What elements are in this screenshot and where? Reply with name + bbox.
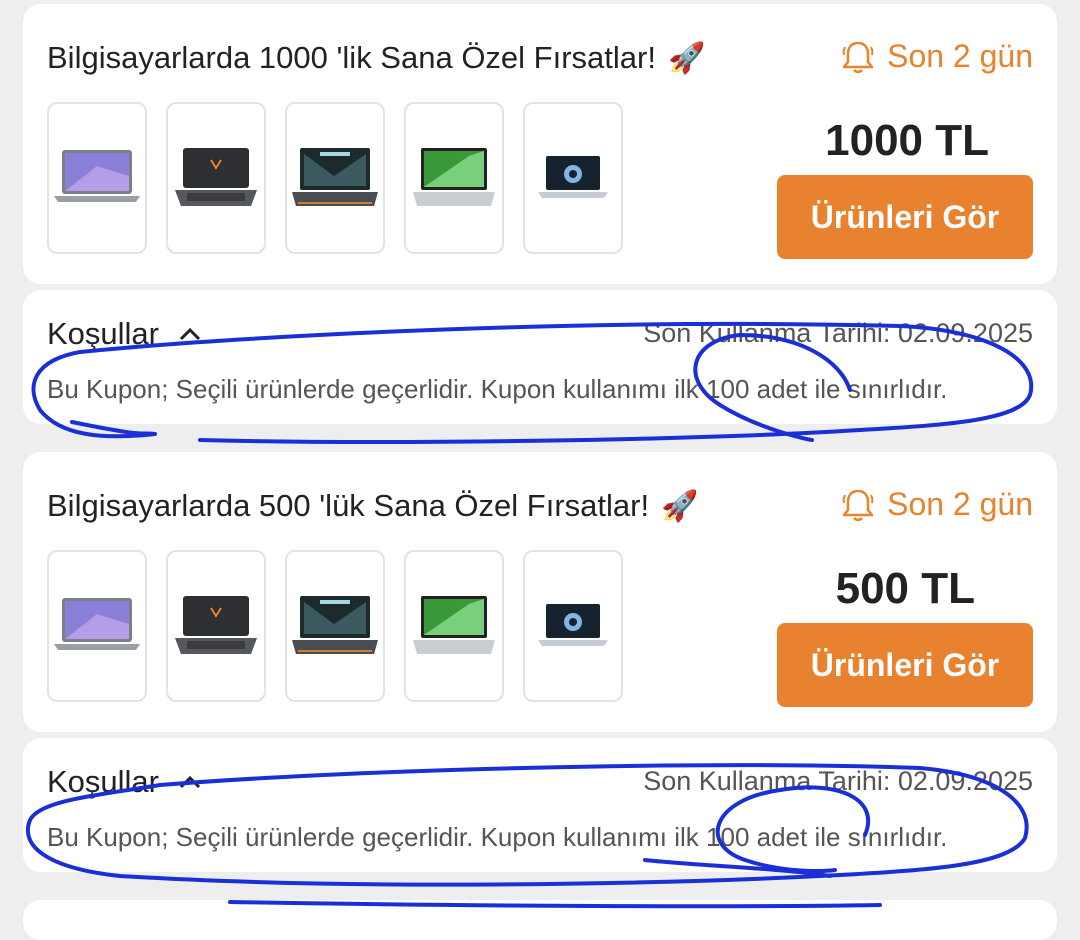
view-products-button[interactable]: Ürünleri Gör	[777, 623, 1033, 707]
coupon-card: Bilgisayarlarda 500 'lük Sana Özel Fırsa…	[23, 452, 1057, 732]
laptop-image	[409, 146, 499, 210]
coupon-amount: 1000 TL	[825, 116, 989, 165]
laptop-image	[52, 146, 142, 210]
product-thumbnails	[47, 102, 642, 254]
product-thumbnails	[47, 550, 642, 702]
laptop-thumbnail[interactable]	[523, 550, 623, 702]
conditions-card: Koşullar Son Kullanma Tarihi: 02.09.2025…	[23, 290, 1057, 424]
deadline-text: Son 2 gün	[887, 486, 1033, 522]
laptop-thumbnail[interactable]	[166, 550, 266, 702]
laptop-thumbnail[interactable]	[166, 102, 266, 254]
coupon-card: Bilgisayarlarda 1000 'lik Sana Özel Fırs…	[23, 4, 1057, 284]
expiry-date: Son Kullanma Tarihi: 02.09.2025	[643, 766, 1033, 796]
coupon-amount: 500 TL	[835, 564, 975, 613]
conditions-toggle[interactable]: Koşullar	[47, 316, 201, 352]
deadline-badge: Son 2 gün	[841, 486, 1033, 523]
next-coupon-card	[23, 900, 1057, 940]
laptop-thumbnail[interactable]	[523, 102, 623, 254]
laptop-image	[52, 594, 142, 658]
conditions-heading: Koşullar	[47, 764, 159, 799]
expiry-date: Son Kullanma Tarihi: 02.09.2025	[643, 318, 1033, 348]
coupon-title: Bilgisayarlarda 500 'lük Sana Özel Fırsa…	[47, 488, 699, 523]
laptop-image	[290, 594, 380, 658]
conditions-card: Koşullar Son Kullanma Tarihi: 02.09.2025…	[23, 738, 1057, 872]
rocket-emoji: 🚀	[667, 42, 706, 75]
rocket-emoji: 🚀	[661, 490, 699, 523]
laptop-image	[528, 594, 618, 658]
laptop-thumbnail[interactable]	[404, 102, 504, 254]
bell-icon	[842, 489, 874, 521]
laptop-thumbnail[interactable]	[47, 102, 147, 254]
conditions-toggle[interactable]: Koşullar	[47, 764, 201, 800]
deadline-text: Son 2 gün	[887, 38, 1033, 74]
laptop-image	[171, 146, 261, 210]
laptop-thumbnail[interactable]	[285, 550, 385, 702]
conditions-text: Bu Kupon; Seçili ürünlerde geçerlidir. K…	[47, 822, 948, 852]
laptop-thumbnail[interactable]	[285, 102, 385, 254]
conditions-heading: Koşullar	[47, 316, 159, 351]
conditions-text: Bu Kupon; Seçili ürünlerde geçerlidir. K…	[47, 374, 948, 404]
laptop-thumbnail[interactable]	[404, 550, 504, 702]
laptop-image	[171, 594, 261, 658]
deadline-badge: Son 2 gün	[841, 38, 1033, 75]
laptop-thumbnail[interactable]	[47, 550, 147, 702]
coupon-title: Bilgisayarlarda 1000 'lik Sana Özel Fırs…	[47, 40, 706, 75]
bell-icon	[842, 41, 874, 73]
laptop-image	[409, 594, 499, 658]
chevron-up-icon	[179, 327, 201, 341]
chevron-up-icon	[179, 775, 201, 789]
laptop-image	[528, 146, 618, 210]
laptop-image	[290, 146, 380, 210]
view-products-button[interactable]: Ürünleri Gör	[777, 175, 1033, 259]
